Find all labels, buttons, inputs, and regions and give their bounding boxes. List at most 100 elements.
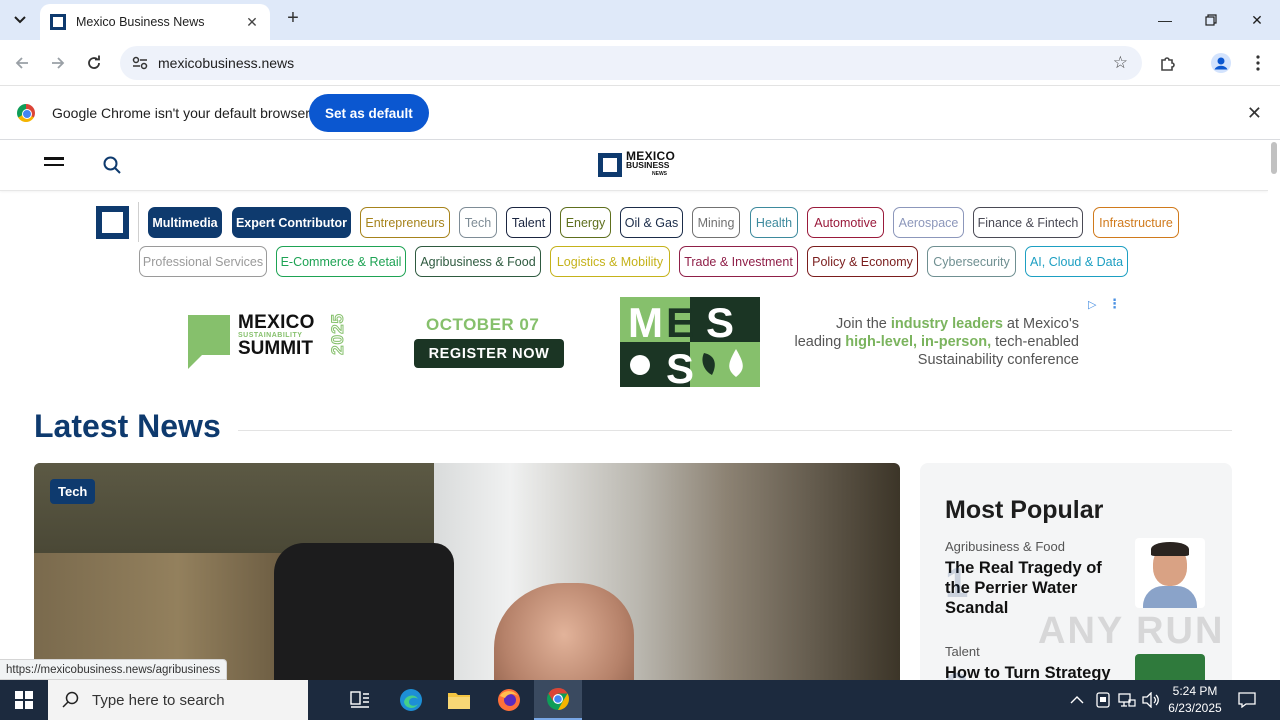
network-status[interactable] bbox=[1118, 680, 1136, 720]
category-chip[interactable]: Oil & Gas bbox=[620, 207, 683, 238]
category-chip[interactable]: Infrastructure bbox=[1093, 207, 1179, 238]
hero-image-part bbox=[274, 543, 454, 680]
taskbar-file-explorer[interactable] bbox=[435, 680, 483, 720]
volume-control[interactable] bbox=[1142, 680, 1160, 720]
ad-options-icon[interactable]: ⋮ bbox=[1108, 296, 1121, 312]
chrome-logo-icon bbox=[17, 104, 35, 122]
ad-banner[interactable]: MEXICO SUSTAINABILITY SUMMIT 2025 OCTOBE… bbox=[188, 295, 1121, 390]
popular-item-thumbnail[interactable] bbox=[1135, 538, 1205, 608]
tab-search-button[interactable] bbox=[6, 6, 34, 34]
back-button[interactable] bbox=[8, 49, 36, 77]
taskbar-search-placeholder: Type here to search bbox=[92, 691, 225, 709]
popular-item-headline[interactable]: The Real Tragedy of the Perrier Water Sc… bbox=[945, 558, 1125, 618]
popular-item-headline[interactable]: How to Turn Strategy bbox=[945, 663, 1145, 680]
clock-time: 5:24 PM bbox=[1172, 684, 1218, 698]
category-chip[interactable]: Energy bbox=[560, 207, 611, 238]
taskbar-firefox[interactable] bbox=[485, 680, 533, 720]
category-chip[interactable]: Policy & Economy bbox=[807, 246, 918, 277]
ad-date: OCTOBER 07 bbox=[426, 315, 540, 334]
address-bar[interactable]: mexicobusiness.news ☆ bbox=[120, 46, 1142, 80]
restore-icon bbox=[1205, 14, 1217, 26]
category-chip[interactable]: Professional Services bbox=[139, 246, 267, 277]
hero-image-part bbox=[34, 463, 434, 553]
site-logo[interactable]: MEXICO BUSINESS NEWS bbox=[598, 150, 675, 179]
minimize-button[interactable]: — bbox=[1142, 0, 1188, 40]
category-chip[interactable]: Aerospace bbox=[893, 207, 964, 238]
infobar-close-icon[interactable]: ✕ bbox=[1247, 103, 1262, 124]
section-divider bbox=[238, 430, 1232, 431]
site-header: MEXICO BUSINESS NEWS bbox=[0, 140, 1268, 191]
category-chip[interactable]: Health bbox=[750, 207, 798, 238]
category-separator bbox=[138, 202, 139, 242]
bookmark-star-icon[interactable]: ☆ bbox=[1113, 53, 1128, 73]
category-chip[interactable]: Automotive bbox=[807, 207, 884, 238]
taskbar-clock[interactable]: 5:24 PM 6/23/2025 bbox=[1160, 683, 1230, 717]
profile-icon[interactable] bbox=[1207, 49, 1235, 77]
search-icon[interactable] bbox=[102, 155, 122, 175]
search-icon bbox=[62, 691, 79, 708]
category-chip[interactable]: Agribusiness & Food bbox=[415, 246, 541, 277]
notification-icon bbox=[1238, 692, 1256, 708]
forward-button[interactable] bbox=[44, 49, 72, 77]
task-view-icon bbox=[350, 691, 369, 708]
hero-category-tag[interactable]: Tech bbox=[50, 479, 96, 504]
adchoices-icon[interactable]: ▷ bbox=[1088, 298, 1096, 311]
hamburger-menu-icon[interactable] bbox=[44, 157, 64, 171]
category-chip[interactable]: Cybersecurity bbox=[927, 246, 1016, 277]
thumbnail-part bbox=[1151, 542, 1189, 556]
tray-app-icon[interactable] bbox=[1096, 680, 1110, 720]
default-browser-infobar: Google Chrome isn't your default browser… bbox=[0, 86, 1280, 140]
arrow-right-icon bbox=[52, 57, 65, 69]
menu-dots-icon[interactable] bbox=[1244, 49, 1272, 77]
reload-button[interactable] bbox=[80, 49, 108, 77]
tab-strip: Mexico Business News ✕ + — ✕ bbox=[0, 0, 1280, 40]
scrollbar-thumb[interactable] bbox=[1271, 142, 1277, 174]
category-chip[interactable]: Trade & Investment bbox=[679, 246, 798, 277]
category-chip[interactable]: Finance & Fintech bbox=[973, 207, 1083, 238]
meis-logo-icon: M E S S bbox=[620, 297, 760, 387]
thumbnail-part bbox=[1143, 586, 1197, 608]
category-chip[interactable]: Talent bbox=[506, 207, 551, 238]
summit-logo: MEXICO SUSTAINABILITY SUMMIT bbox=[238, 313, 315, 358]
page-scrollbar[interactable] bbox=[1268, 140, 1280, 680]
summit-word-mexico: MEXICO bbox=[238, 312, 315, 333]
browser-tab[interactable]: Mexico Business News ✕ bbox=[40, 4, 270, 40]
arrow-left-icon bbox=[15, 57, 28, 69]
category-chip[interactable]: Mining bbox=[692, 207, 740, 238]
network-icon bbox=[1118, 693, 1136, 707]
status-bubble-url: https://mexicobusiness.news/agribusiness bbox=[0, 659, 228, 680]
svg-text:E: E bbox=[666, 299, 694, 346]
extensions-icon[interactable] bbox=[1154, 49, 1182, 77]
popular-item-rank: 1 bbox=[945, 559, 969, 606]
restore-button[interactable] bbox=[1188, 0, 1234, 40]
site-info-icon[interactable] bbox=[130, 53, 150, 73]
summit-year: 2025 bbox=[328, 313, 348, 356]
register-now-button[interactable]: REGISTER NOW bbox=[414, 339, 564, 368]
new-tab-button[interactable]: + bbox=[282, 8, 304, 30]
category-chip[interactable]: Expert Contributor bbox=[232, 207, 351, 238]
taskbar-edge[interactable] bbox=[387, 680, 435, 720]
popular-item[interactable]: Agribusiness & Food 1 The Real Tragedy o… bbox=[945, 538, 1225, 618]
close-window-button[interactable]: ✕ bbox=[1234, 0, 1280, 40]
task-view-button[interactable] bbox=[336, 680, 384, 720]
start-button[interactable] bbox=[0, 680, 48, 720]
tab-close-icon[interactable]: ✕ bbox=[244, 14, 260, 31]
firefox-icon bbox=[498, 689, 520, 711]
category-chip[interactable]: Entrepreneurs bbox=[360, 207, 450, 238]
windows-taskbar: Type here to search 5:24 PM 6/23/2025 bbox=[0, 680, 1280, 720]
popular-item-rank: 2 bbox=[945, 664, 968, 680]
show-hidden-icons[interactable] bbox=[1070, 680, 1084, 720]
category-bar-logo-icon[interactable] bbox=[96, 206, 129, 239]
category-chip[interactable]: Multimedia bbox=[148, 207, 222, 238]
taskbar-chrome[interactable] bbox=[534, 680, 582, 720]
category-chip[interactable]: Logistics & Mobility bbox=[550, 246, 670, 277]
category-chip[interactable]: Tech bbox=[459, 207, 497, 238]
category-chip[interactable]: AI, Cloud & Data bbox=[1025, 246, 1128, 277]
set-default-button[interactable]: Set as default bbox=[309, 94, 429, 132]
notifications-button[interactable] bbox=[1238, 680, 1256, 720]
taskbar-search-box[interactable]: Type here to search bbox=[48, 680, 308, 720]
hero-article-image[interactable]: Tech bbox=[34, 463, 900, 680]
popular-item-thumbnail[interactable] bbox=[1135, 654, 1205, 680]
folder-icon bbox=[448, 693, 470, 709]
category-chip[interactable]: E-Commerce & Retail bbox=[276, 246, 406, 277]
